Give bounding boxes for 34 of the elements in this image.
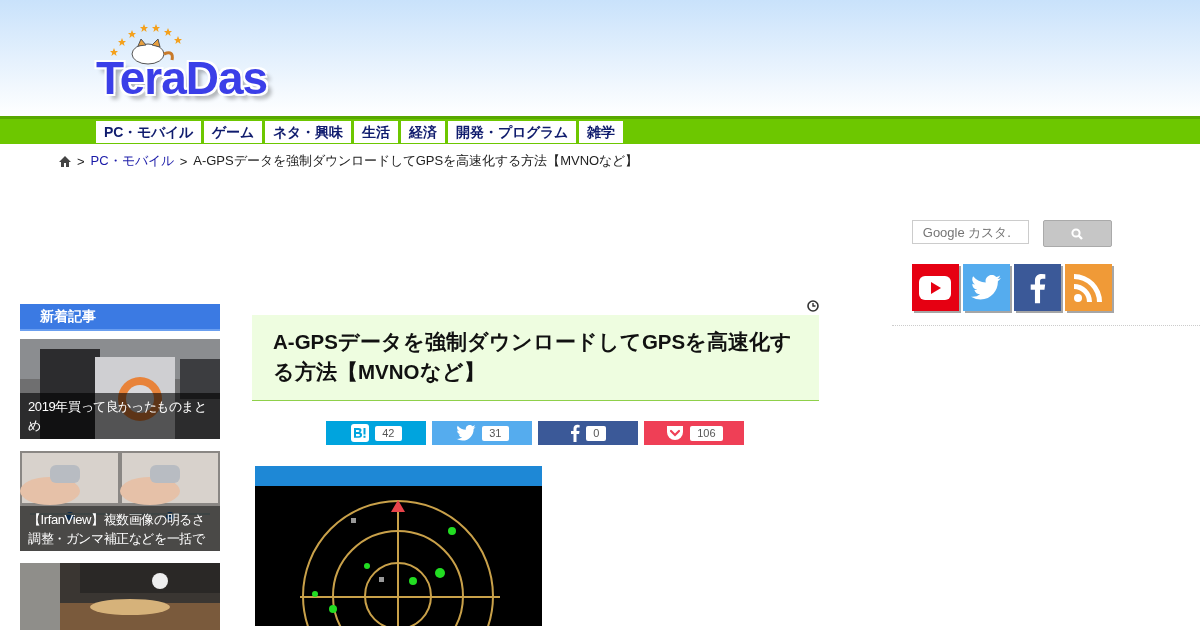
f-letter-icon bbox=[570, 424, 581, 442]
search-field[interactable]: Google カスタ. bbox=[911, 220, 1029, 244]
nav-link[interactable]: ゲーム bbox=[204, 120, 263, 143]
share-button[interactable]: 106 bbox=[644, 421, 745, 445]
breadcrumb-current: A-GPSデータを強制ダウンロードしてGPSを高速化する方法【MVNOなど】 bbox=[193, 152, 639, 170]
social-link[interactable] bbox=[911, 264, 959, 311]
search-icon bbox=[1071, 227, 1084, 240]
bookmark-b-icon bbox=[351, 424, 370, 442]
nav-link[interactable]: ネタ・興味 bbox=[265, 120, 352, 143]
play-icon bbox=[919, 275, 952, 300]
share-button[interactable]: 31 bbox=[432, 421, 533, 445]
nav-link[interactable]: 開発・プログラム bbox=[448, 120, 577, 143]
nav-link[interactable]: 生活 bbox=[354, 120, 399, 143]
article-caption[interactable]: 2019年買って良かったものまとめ bbox=[20, 393, 220, 439]
breadcrumb-separator: > bbox=[77, 153, 85, 169]
breadcrumb-separator: > bbox=[179, 153, 188, 169]
home-icon[interactable] bbox=[59, 155, 71, 167]
share-button[interactable]: 42 bbox=[326, 421, 427, 445]
nav-link[interactable]: 雑学 bbox=[579, 120, 624, 143]
bird-icon bbox=[456, 425, 477, 441]
site-logo[interactable]: TeraDas bbox=[96, 54, 268, 102]
sidebar-heading: 新着記事 bbox=[20, 304, 220, 331]
pocket-icon bbox=[666, 425, 685, 441]
breadcrumb-link[interactable]: PC・モバイル bbox=[90, 152, 174, 170]
nav-link[interactable]: 経済 bbox=[401, 120, 446, 143]
social-link[interactable] bbox=[1013, 264, 1061, 311]
bird-icon bbox=[971, 275, 1002, 300]
article-caption[interactable]: 【IrfanView】複数画像の明るさ調整・ガンマ補正などを一括で bbox=[20, 506, 220, 551]
f-letter-icon bbox=[1028, 271, 1046, 304]
clock-icon bbox=[806, 300, 819, 312]
article-title: A-GPSデータを強制ダウンロードしてGPSを高速化する方法【MVNOなど】 bbox=[252, 315, 819, 401]
share-button[interactable]: 0 bbox=[538, 421, 639, 445]
nav-link[interactable]: PC・モバイル bbox=[96, 120, 202, 143]
rss-icon bbox=[1074, 273, 1103, 302]
